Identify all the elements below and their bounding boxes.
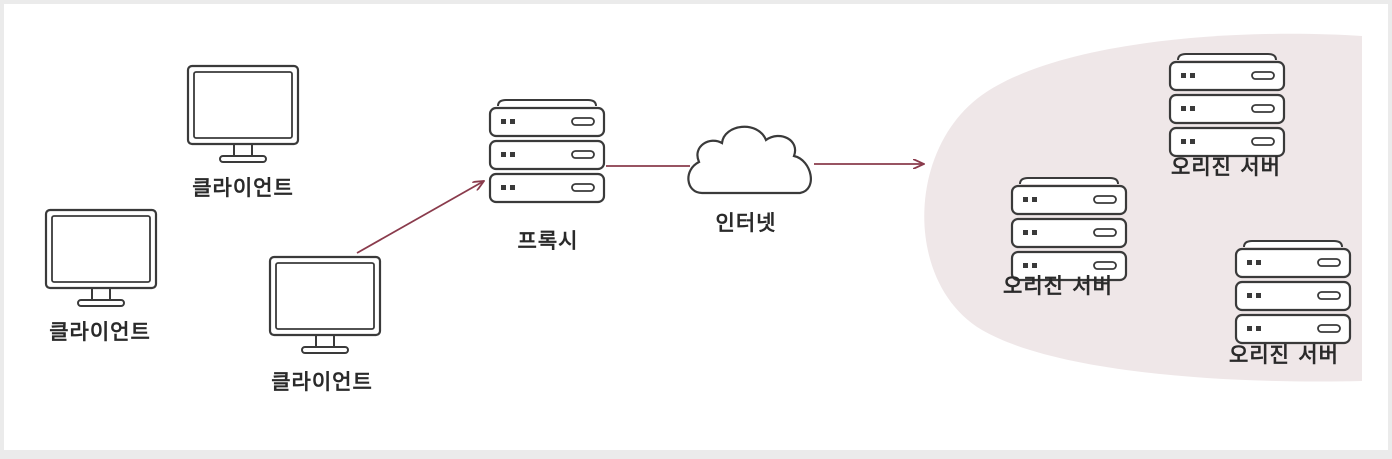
- client-label: 클라이언트: [192, 176, 294, 200]
- origin-server-icon: [1236, 241, 1350, 343]
- proxy-server-icon: [490, 100, 604, 202]
- client-label: 클라이언트: [49, 320, 151, 344]
- origin-server-icon: [1012, 178, 1126, 280]
- diagram-canvas: 클라이언트 클라이언트 클라이언트 프록시 인터넷 오리진 서버 오리진 서버 …: [0, 0, 1392, 454]
- origin-server-icon: [1170, 54, 1284, 156]
- internet-label: 인터넷: [715, 211, 777, 235]
- origin-server-label: 오리진 서버: [1003, 274, 1113, 298]
- origin-server-label: 오리진 서버: [1229, 343, 1339, 367]
- client-label: 클라이언트: [271, 370, 373, 394]
- proxy-label: 프록시: [517, 229, 579, 253]
- diagram-svg: [4, 4, 1388, 450]
- origin-server-label: 오리진 서버: [1171, 155, 1281, 179]
